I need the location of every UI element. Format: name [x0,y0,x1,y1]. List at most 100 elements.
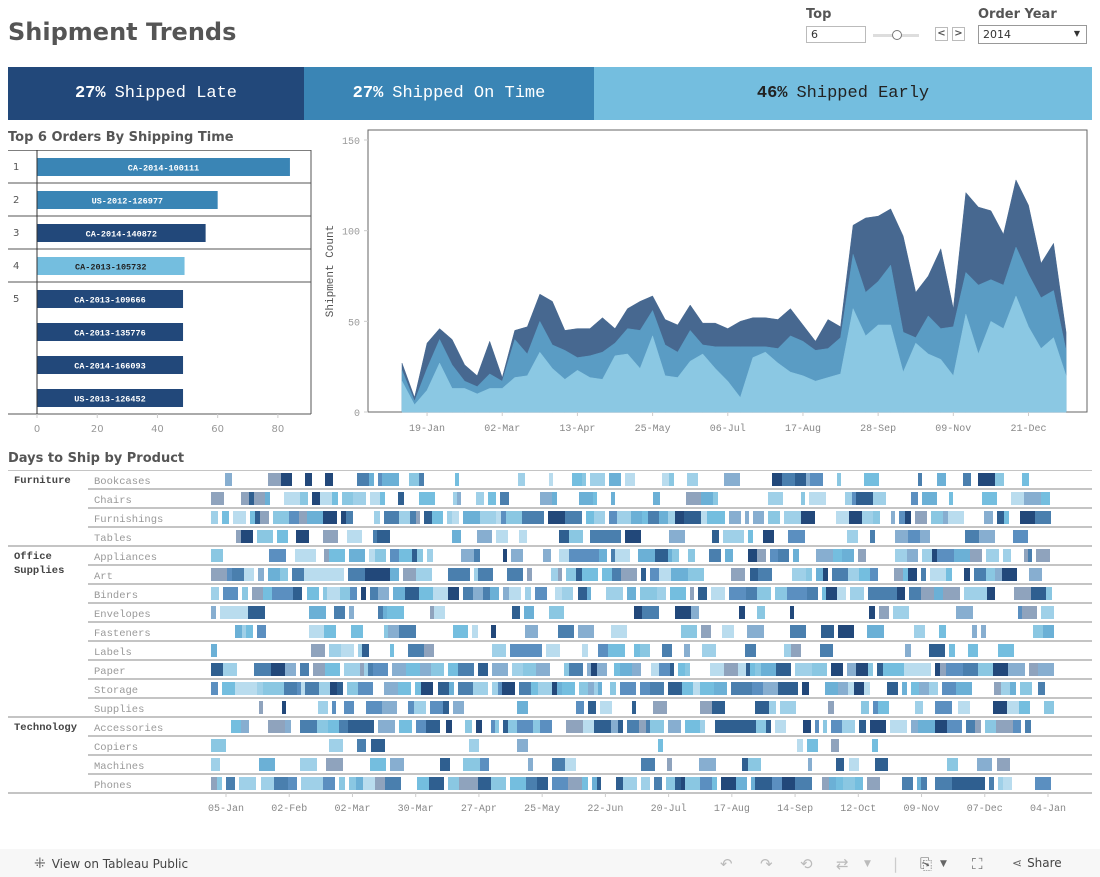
subcategory-label: Accessories [94,723,163,735]
heatmap-cell [211,511,218,524]
heatmap-cell [349,777,356,790]
heatmap-cell [562,682,575,695]
heatmap-cell [393,587,405,600]
slider-thumb[interactable] [892,30,902,40]
heatmap-cell [1014,587,1031,600]
top-n-slider[interactable] [873,30,919,40]
kpi-shipped-late[interactable]: 27% Shipped Late [8,67,304,120]
x-tick-label: 19-Jan [409,424,445,435]
redo-icon[interactable]: ↷ [760,855,773,873]
heatmap-cell [1022,606,1037,619]
heatmap-cell [285,587,293,600]
refresh-icon[interactable]: ⇄ [836,855,849,873]
heatmap-cell [390,568,399,581]
heatmap-cell [559,530,569,543]
heatmap-cell [918,473,922,486]
heatmap-cell [416,720,426,733]
heatmap-cell [778,682,782,695]
heatmap-cell [842,549,854,562]
heatmap-cell [1019,701,1030,714]
heatmap-cell [599,549,607,562]
heatmap-cell [313,663,325,676]
fullscreen-icon[interactable]: ⛶ [972,855,983,873]
heatmap-cell [651,663,659,676]
download-icon[interactable]: ⎘ [920,855,932,873]
increment-button[interactable]: > [952,27,965,41]
order-year-select[interactable]: 2014 ▼ [978,25,1087,44]
heatmap-cell [508,720,517,733]
heatmap-cell [881,587,897,600]
heatmap-cell [670,587,686,600]
refresh-dropdown-icon[interactable]: ▼ [864,859,871,869]
heatmap-cell [357,473,369,486]
heatmap-cell [255,511,260,524]
revert-icon[interactable]: ⟲ [800,855,813,873]
heatmap-cell [268,568,280,581]
heatmap-cell [593,492,597,505]
heatmap-cell [729,587,746,600]
heatmap-cell [812,663,827,676]
heatmap-cell [511,549,523,562]
heatmap-cell [582,777,588,790]
heatmap-cell [722,625,734,638]
heatmap-cell [536,663,550,676]
share-button[interactable]: ⋖ Share [1012,856,1062,870]
heatmap-cell [755,701,769,714]
kpi-shipped-on-time[interactable]: 27% Shipped On Time [304,67,594,120]
heatmap-cell [808,758,812,771]
heatmap-cell [277,530,288,543]
heatmap-cell [946,663,963,676]
kpi-shipped-early[interactable]: 46% Shipped Early [594,67,1092,120]
heatmap-cell [211,682,218,695]
subcategory-label: Storage [94,685,138,697]
heatmap-cell [727,720,742,733]
heatmap-cell [299,511,307,524]
decrement-button[interactable]: < [935,27,948,41]
heatmap-cell [795,663,812,676]
undo-icon[interactable]: ↶ [720,855,733,873]
heatmap-cell [342,492,353,505]
heatmap-cell [620,682,636,695]
subcategory-label: Art [94,571,113,583]
heatmap-cell [1046,587,1052,600]
heatmap-cell [517,720,533,733]
heatmap-cell [832,568,848,581]
heatmap-cell [795,777,812,790]
heatmap-cell [993,663,1008,676]
heatmap-cell [375,549,386,562]
heatmap-cell [268,473,281,486]
heatmap-cell [940,663,946,676]
heatmap-cell [457,492,461,505]
heatmap-cell [517,701,528,714]
dropdown-arrow-icon: ▼ [1073,29,1080,38]
heatmap-cell [867,777,880,790]
heatmap-cell [710,663,724,676]
heatmap-cell [414,701,426,714]
heatmap-cell [576,701,584,714]
heatmap-cell [829,777,836,790]
heatmap-cell [748,530,753,543]
heatmap-cell [870,720,886,733]
x-tick-label: 28-Sep [860,424,896,435]
heatmap-cell [713,492,718,505]
view-on-tableau-link[interactable]: ⁜ View on Tableau Public [34,856,188,872]
heatmap-cell [265,492,270,505]
heatmap-cell [458,682,473,695]
heatmap-cell [642,606,659,619]
heatmap-cell [211,739,226,752]
heatmap-cell [847,530,858,543]
heatmap-cell [914,625,925,638]
heatmap-cell [375,568,390,581]
kpi-percent: 27% [74,84,106,103]
heatmap-cell [223,663,237,676]
heatmap-cell [905,644,911,657]
heatmap-cell [344,663,360,676]
rank-label: 1 [13,162,19,173]
download-dropdown-icon[interactable]: ▼ [940,859,947,869]
x-tick-label: 02-Mar [484,424,520,435]
top-n-input[interactable] [806,26,866,43]
heatmap-cell [790,606,794,619]
heatmap-cell [440,758,450,771]
heatmap-cell [588,682,594,695]
heatmap-cell [671,568,688,581]
